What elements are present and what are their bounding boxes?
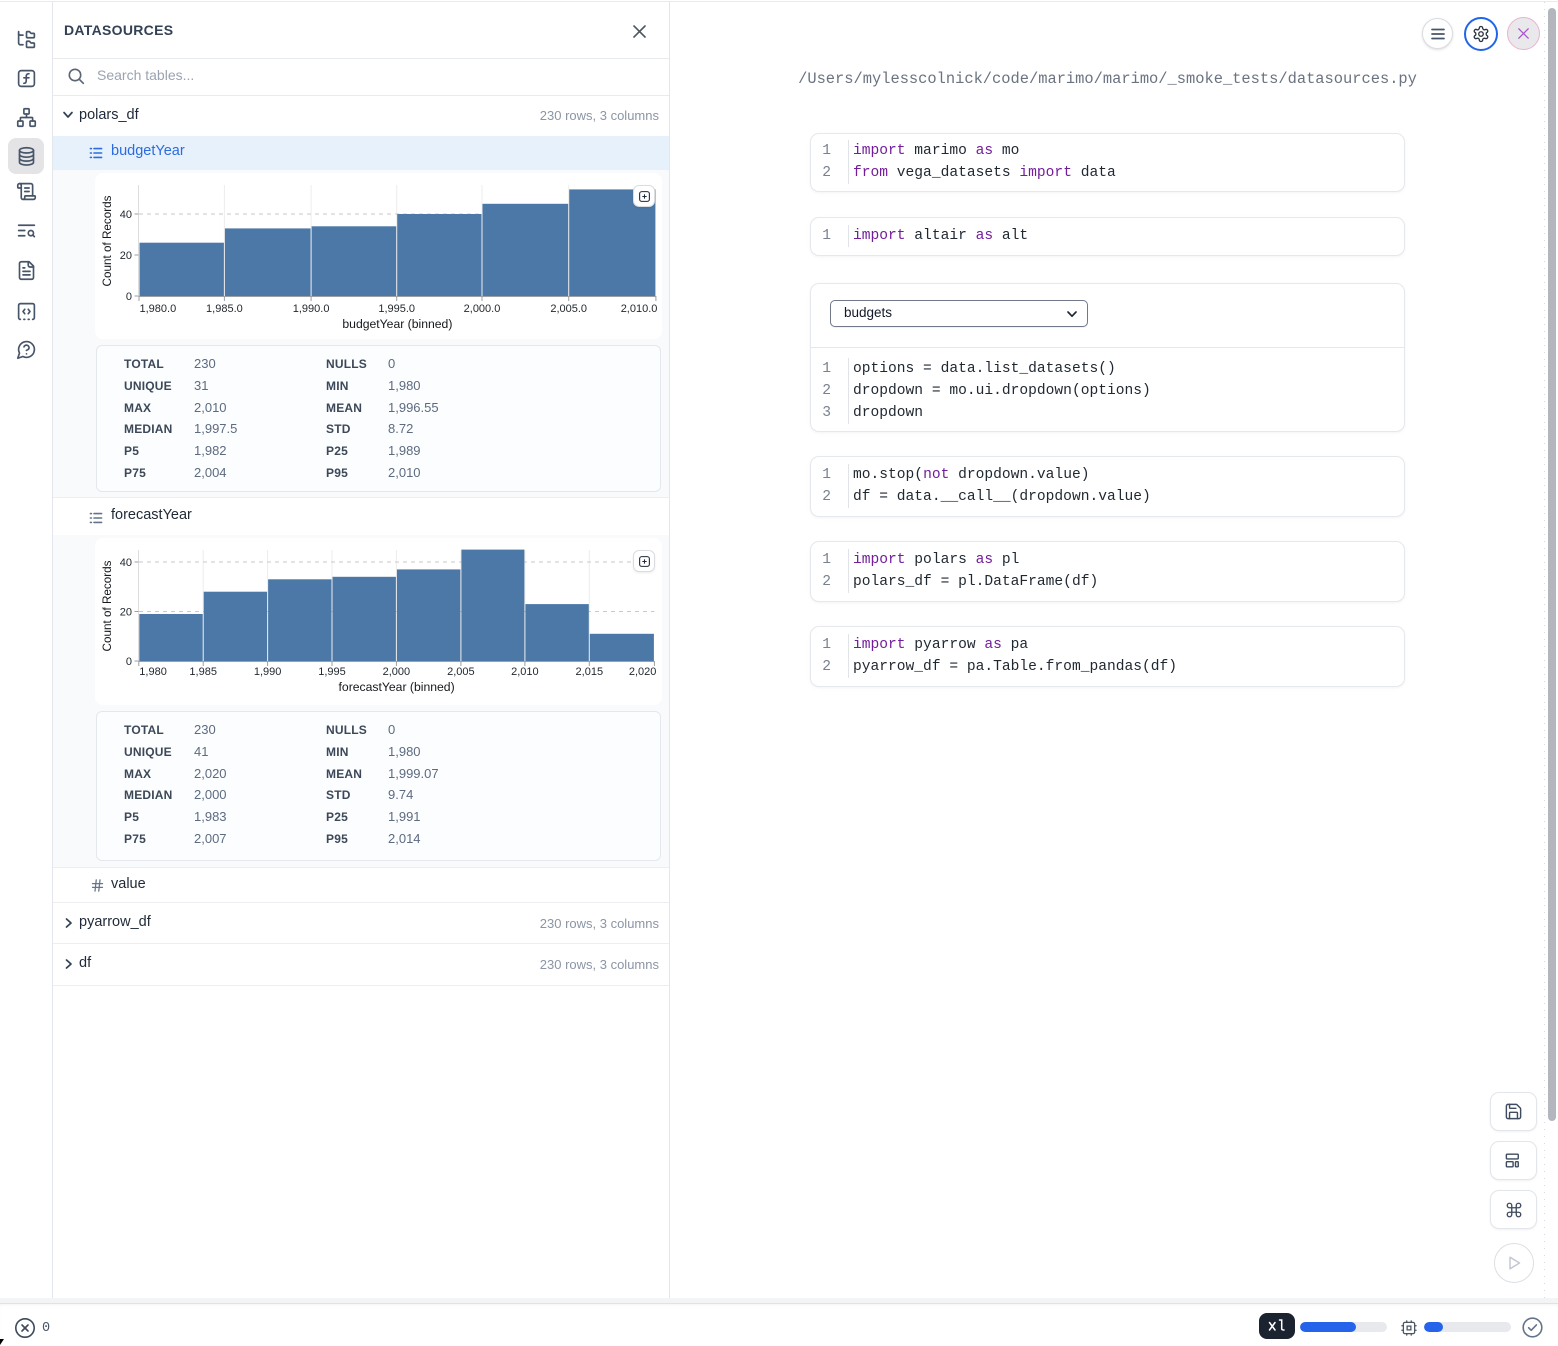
svg-text:Count of Records: Count of Records: [101, 195, 114, 286]
svg-text:2,005.0: 2,005.0: [550, 303, 587, 315]
svg-text:1,990: 1,990: [254, 666, 282, 678]
svg-text:budgetYear (binned): budgetYear (binned): [342, 317, 452, 331]
svg-text:1,985.0: 1,985.0: [206, 303, 243, 315]
svg-text:2,005: 2,005: [447, 666, 475, 678]
svg-text:20: 20: [120, 250, 132, 262]
svg-text:40: 40: [120, 557, 132, 569]
svg-text:2,015: 2,015: [576, 666, 604, 678]
svg-text:40: 40: [120, 209, 132, 221]
svg-text:20: 20: [120, 606, 132, 618]
svg-text:0: 0: [126, 291, 132, 303]
svg-text:2,010.0: 2,010.0: [621, 303, 658, 315]
svg-text:2,010: 2,010: [511, 666, 539, 678]
svg-text:2,000.0: 2,000.0: [464, 303, 501, 315]
svg-text:1,980: 1,980: [139, 666, 167, 678]
svg-text:2,000: 2,000: [383, 666, 411, 678]
svg-text:2,020: 2,020: [629, 666, 657, 678]
svg-text:0: 0: [126, 656, 132, 668]
svg-text:1,995.0: 1,995.0: [378, 303, 415, 315]
svg-text:1,990.0: 1,990.0: [293, 303, 330, 315]
svg-text:1,985: 1,985: [189, 666, 217, 678]
svg-text:1,980.0: 1,980.0: [140, 303, 177, 315]
svg-text:Count of Records: Count of Records: [101, 560, 114, 651]
svg-text:forecastYear (binned): forecastYear (binned): [339, 680, 455, 694]
svg-text:1,995: 1,995: [318, 666, 346, 678]
